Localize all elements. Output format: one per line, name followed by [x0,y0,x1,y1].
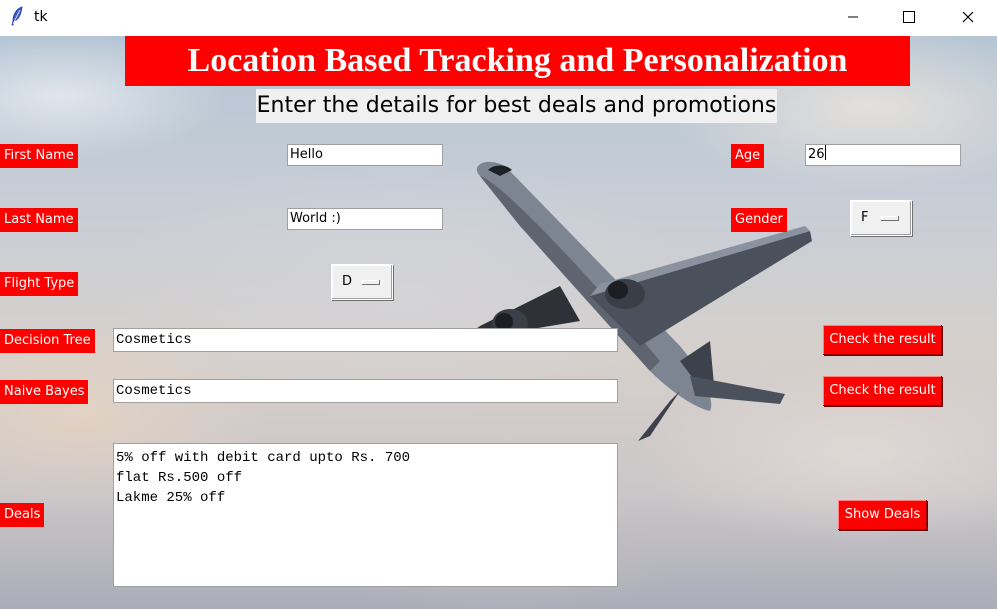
deals-label: Deals [0,503,45,527]
maximize-icon [903,11,915,23]
deals-textbox[interactable]: 5% off with debit card upto Rs. 700 flat… [113,443,618,587]
deal-line: 5% off with debit card upto Rs. 700 [116,450,411,466]
text-cursor [824,145,826,160]
last-name-input[interactable]: World :) [287,208,443,230]
age-label: Age [731,144,765,168]
window-titlebar[interactable]: tk [0,0,997,36]
naive-bayes-label: Naive Bayes [0,380,89,404]
minimize-button[interactable] [830,0,876,34]
flight-type-select-value: D [342,274,353,289]
decision-tree-result[interactable]: Cosmetics [113,328,618,352]
maximize-button[interactable] [886,0,932,34]
app-content: Location Based Tracking and Personalizat… [0,36,997,609]
gender-select-value: F [861,210,869,225]
show-deals-button[interactable]: Show Deals [838,500,927,530]
age-input[interactable]: 26 [805,144,961,166]
option-menu-indicator-icon [881,216,899,221]
deal-line: Lakme 25% off [116,490,226,506]
close-icon [962,11,974,23]
last-name-label: Last Name [0,208,78,232]
app-title: Location Based Tracking and Personalizat… [125,36,910,86]
option-menu-indicator-icon [362,280,380,285]
check-decision-tree-button[interactable]: Check the result [823,325,942,355]
flight-type-select[interactable]: D [331,264,393,300]
first-name-label: First Name [0,144,78,168]
gender-select[interactable]: F [850,200,912,236]
minimize-icon [848,16,858,18]
flight-type-label: Flight Type [0,272,79,296]
first-name-input[interactable]: Hello [287,144,443,166]
naive-bayes-result[interactable]: Cosmetics [113,379,618,403]
close-button[interactable] [945,0,991,34]
age-value: 26 [808,147,825,162]
check-naive-bayes-button[interactable]: Check the result [823,376,942,406]
decision-tree-label: Decision Tree [0,329,95,353]
feather-icon [11,6,23,26]
deal-line: flat Rs.500 off [116,470,243,486]
window-title: tk [34,9,48,25]
app-subtitle: Enter the details for best deals and pro… [256,89,777,123]
gender-label: Gender [731,208,787,232]
